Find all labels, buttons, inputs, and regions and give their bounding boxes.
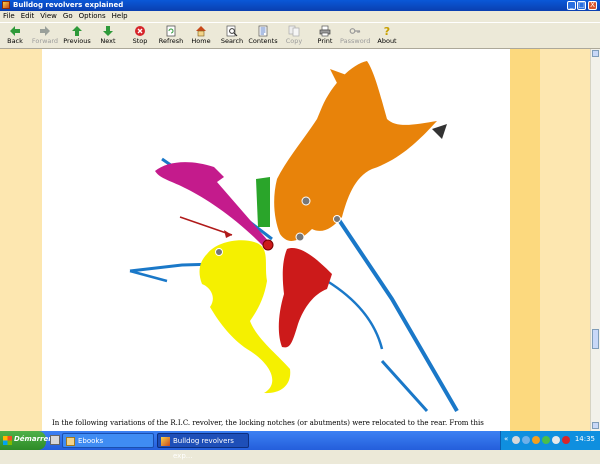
print-button[interactable]: Print: [310, 25, 340, 48]
trigger: [199, 240, 291, 394]
help-content-pane: In the following variations of the R.I.C…: [0, 49, 590, 431]
home-button[interactable]: Home: [186, 25, 216, 48]
about-icon: ?: [384, 25, 390, 37]
taskbar: Démarrer Ebooks Bulldog revolvers exp...…: [0, 431, 600, 460]
forward-arrow-icon: [40, 26, 50, 36]
menu-file[interactable]: File: [0, 11, 18, 22]
start-button[interactable]: Démarrer: [0, 431, 52, 450]
help-book-icon: [161, 437, 170, 446]
pointer-arrow: [179, 216, 233, 236]
clock: 14:35: [574, 435, 595, 443]
hand-pawl: [278, 248, 332, 348]
taskbar-item-bulldog[interactable]: Bulldog revolvers exp...: [157, 433, 249, 460]
scroll-up-arrow[interactable]: [592, 50, 599, 57]
vertical-scrollbar[interactable]: [590, 49, 600, 431]
taskbar-item-ebooks[interactable]: Ebooks: [62, 433, 154, 448]
minimize-button[interactable]: _: [567, 1, 576, 10]
update-icon[interactable]: [532, 436, 540, 444]
menu-view[interactable]: View: [37, 11, 60, 22]
mainspring-lower: [380, 359, 429, 413]
contents-button[interactable]: Contents: [248, 25, 278, 48]
spring-left-lower: [129, 269, 168, 283]
svg-text:?: ?: [384, 25, 390, 37]
windows-flag-icon: [3, 436, 12, 445]
password-button[interactable]: Password: [340, 25, 370, 48]
right-decorative-band: [510, 49, 540, 431]
copy-icon: [288, 25, 300, 37]
toolbar: Back Forward Previous Next Stop Refresh …: [0, 22, 600, 49]
copy-button[interactable]: Copy: [279, 25, 309, 48]
app-icon: [2, 1, 10, 9]
trigger-pivot-red: [262, 239, 274, 251]
up-arrow-icon: [72, 26, 82, 36]
window-title: Bulldog revolvers explained: [13, 1, 124, 9]
network-icon[interactable]: [512, 436, 520, 444]
revolver-mechanism-illustration: [129, 61, 459, 413]
scroll-down-arrow[interactable]: [592, 422, 599, 429]
menu-go[interactable]: Go: [60, 11, 76, 22]
next-button[interactable]: Next: [93, 25, 123, 48]
antivirus-icon[interactable]: [542, 436, 550, 444]
about-button[interactable]: ? About: [372, 25, 402, 48]
refresh-icon: [166, 25, 176, 37]
print-icon: [319, 25, 331, 37]
scrollbar-thumb[interactable]: [592, 329, 599, 349]
menu-options[interactable]: Options: [76, 11, 109, 22]
left-margin: [0, 49, 42, 431]
menu-edit[interactable]: Edit: [18, 11, 38, 22]
cylinder-stop: [155, 162, 270, 247]
home-icon: [196, 26, 206, 37]
menu-bar: File Edit View Go Options Help: [0, 11, 600, 22]
mainspring-long: [335, 215, 459, 413]
tray-expand-chevron[interactable]: «: [504, 435, 508, 443]
search-icon: [226, 25, 238, 37]
back-button[interactable]: Back: [0, 25, 30, 48]
body-text: In the following variations of the R.I.C…: [52, 419, 484, 427]
globe-icon[interactable]: [522, 436, 530, 444]
mainspring-curved: [326, 279, 384, 350]
quicklaunch-icon[interactable]: [50, 435, 60, 445]
menu-help[interactable]: Help: [109, 11, 131, 22]
trigger-pin: [215, 248, 223, 256]
right-margin: [540, 49, 590, 431]
hammer-lower-pin: [295, 232, 305, 242]
close-button[interactable]: X: [588, 1, 597, 10]
stop-button[interactable]: Stop: [125, 25, 155, 48]
hammer: [274, 61, 437, 241]
back-arrow-icon: [10, 26, 20, 36]
down-arrow-icon: [103, 26, 113, 36]
refresh-button[interactable]: Refresh: [156, 25, 186, 48]
previous-button[interactable]: Previous: [62, 25, 92, 48]
title-bar: Bulldog revolvers explained _ □ X: [0, 0, 600, 11]
maximize-button[interactable]: □: [577, 1, 586, 10]
search-button[interactable]: Search: [217, 25, 247, 48]
volume-icon[interactable]: [552, 436, 560, 444]
contents-icon: [258, 25, 268, 37]
hammer-spur: [432, 124, 447, 139]
forward-button[interactable]: Forward: [30, 25, 60, 48]
hand-link: [256, 177, 270, 227]
folder-icon: [66, 437, 75, 446]
stop-icon: [135, 26, 145, 36]
hammer-pivot: [301, 196, 311, 206]
system-tray: « 14:35: [500, 431, 600, 450]
mainspring-pin: [333, 215, 341, 223]
security-icon[interactable]: [562, 436, 570, 444]
key-icon: [349, 28, 361, 34]
